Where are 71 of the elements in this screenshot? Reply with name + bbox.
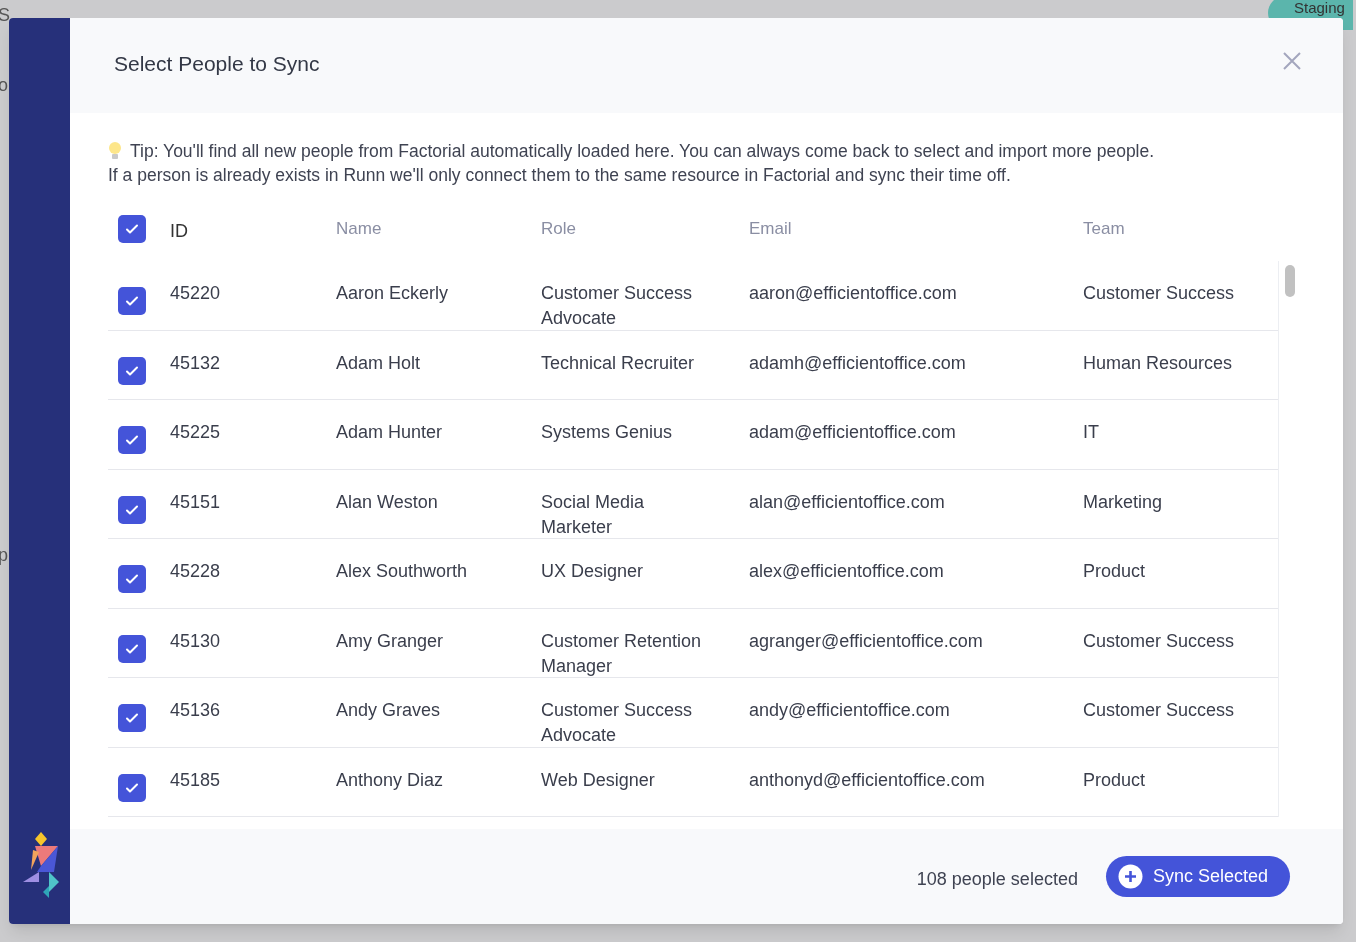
table-cell-text: 45132 <box>169 351 222 375</box>
table-cell-text: Andy Graves <box>335 699 442 722</box>
table-cell-text: adamh@efficientoffice.com <box>749 351 967 375</box>
table-cell-text: agranger@efficientoffice.com <box>749 629 984 653</box>
scrollbar-thumb[interactable] <box>1284 265 1295 297</box>
table-cell-text: Product <box>1083 768 1147 792</box>
plus-icon <box>1117 864 1143 889</box>
checkbox[interactable] <box>118 634 146 663</box>
table-cell-text: anthonyd@efficientoffice.com <box>749 768 986 792</box>
table-cell-text: alex@efficientoffice.com <box>749 560 945 583</box>
table-cell-text: Amy Granger <box>335 629 445 653</box>
table-cell-text: alan@efficientoffice.com <box>749 490 946 514</box>
table-cell-text: Adam Holt <box>335 351 422 375</box>
table-row[interactable]: 45220 Aaron Eckerly Customer Success Advocate aaron@efficientoffice.com Customer Success <box>108 261 1278 331</box>
table-cell-text: Anthony Diaz <box>335 768 445 792</box>
table-row[interactable]: 45136 Andy Graves Customer Success Advocate andy@efficientoffice.com Customer Success <box>108 678 1278 748</box>
table-cell-text: Human Resources <box>1083 351 1234 375</box>
table-cell-text: Social Media Marketer <box>541 490 646 539</box>
checkbox[interactable] <box>118 495 146 524</box>
table-cell-text: Alex Southworth <box>335 560 469 583</box>
table-row[interactable]: 45132 Adam Holt Technical Recruiter adamh@efficientoffice.com Human Resources <box>108 330 1278 400</box>
table-cell-text: 45228 <box>169 560 222 583</box>
table-cell-text: 45130 <box>169 629 222 653</box>
table-cell-text: Customer Success <box>1083 699 1236 722</box>
table-row[interactable]: 45185 Anthony Diaz Web Designer anthonyd@efficientoffice.com Product <box>108 747 1278 817</box>
table-row[interactable]: 45225 Adam Hunter Systems Genius adam@efficientoffice.com IT <box>108 400 1278 470</box>
table-cell-text: adam@efficientoffice.com <box>749 421 957 444</box>
table-cell-text: 45136 <box>169 699 222 722</box>
table-cell-text: Customer Retention Manager <box>541 629 703 678</box>
table-cell-text: Customer Success <box>1083 282 1236 305</box>
checkbox[interactable] <box>118 773 146 802</box>
table-cell-text: Web Designer <box>541 768 656 792</box>
column-header: Name <box>335 218 383 241</box>
table-cell-text: Marketing <box>1083 490 1164 514</box>
lightbulb-icon <box>108 141 122 161</box>
table-cell-text: Product <box>1083 560 1147 583</box>
table-cell-text: IT <box>1083 421 1100 444</box>
checkbox[interactable] <box>118 704 146 732</box>
table-cell-text: 45225 <box>169 421 222 444</box>
table-cell-text: Aaron Eckerly <box>335 282 450 305</box>
table-cell-text: Technical Recruiter <box>541 351 696 375</box>
table-cell-text: 45151 <box>169 490 222 514</box>
table-cell-text: 45220 <box>169 282 222 305</box>
background-text: p <box>0 544 8 567</box>
table-cell-text: 45185 <box>169 768 222 792</box>
table-cell-text: UX Designer <box>541 560 645 583</box>
table-cell-text: Systems Genius <box>541 421 674 444</box>
column-header: Team <box>1083 218 1126 241</box>
table-cell-text: Customer Success <box>1083 629 1236 653</box>
selection-count: 108 people selected <box>916 868 1078 891</box>
table-row[interactable]: 45151 Alan Weston Social Media Marketer alan@efficientoffice.com Marketing <box>108 469 1278 539</box>
tip-text: Tip: You'll find all new people from Factorial automatically loaded here. You can always come back to select and import more people. <box>130 140 1155 163</box>
note-text: If a person is already exists in Runn we'll only connect them to the same resource in Factorial and sync their time off. <box>108 164 1012 187</box>
checkbox[interactable] <box>118 426 146 454</box>
table-cell-text: Adam Hunter <box>335 421 444 444</box>
dialog-title: Select People to Sync <box>114 50 320 77</box>
column-header: Email <box>749 218 793 241</box>
table-cell-text: Alan Weston <box>335 490 439 514</box>
table-row[interactable]: 45130 Amy Granger Customer Retention Manager agranger@efficientoffice.com Customer Success <box>108 608 1278 678</box>
table-cell-text: Customer Success Advocate <box>541 699 694 747</box>
sync-selected-button[interactable]: Sync Selected <box>1105 856 1290 897</box>
column-header: Role <box>541 218 577 241</box>
checkbox[interactable] <box>118 356 146 385</box>
checkbox[interactable] <box>118 287 146 315</box>
checkbox[interactable] <box>118 565 146 593</box>
table-cell-text: aaron@efficientoffice.com <box>749 282 958 305</box>
column-header: ID <box>169 219 189 243</box>
table-row[interactable]: 45228 Alex Southworth UX Designer alex@efficientoffice.com Product <box>108 539 1278 609</box>
table-cell-text: Customer Success Advocate <box>541 282 694 330</box>
checkbox[interactable] <box>118 215 146 243</box>
table-cell-text: andy@efficientoffice.com <box>749 699 951 722</box>
